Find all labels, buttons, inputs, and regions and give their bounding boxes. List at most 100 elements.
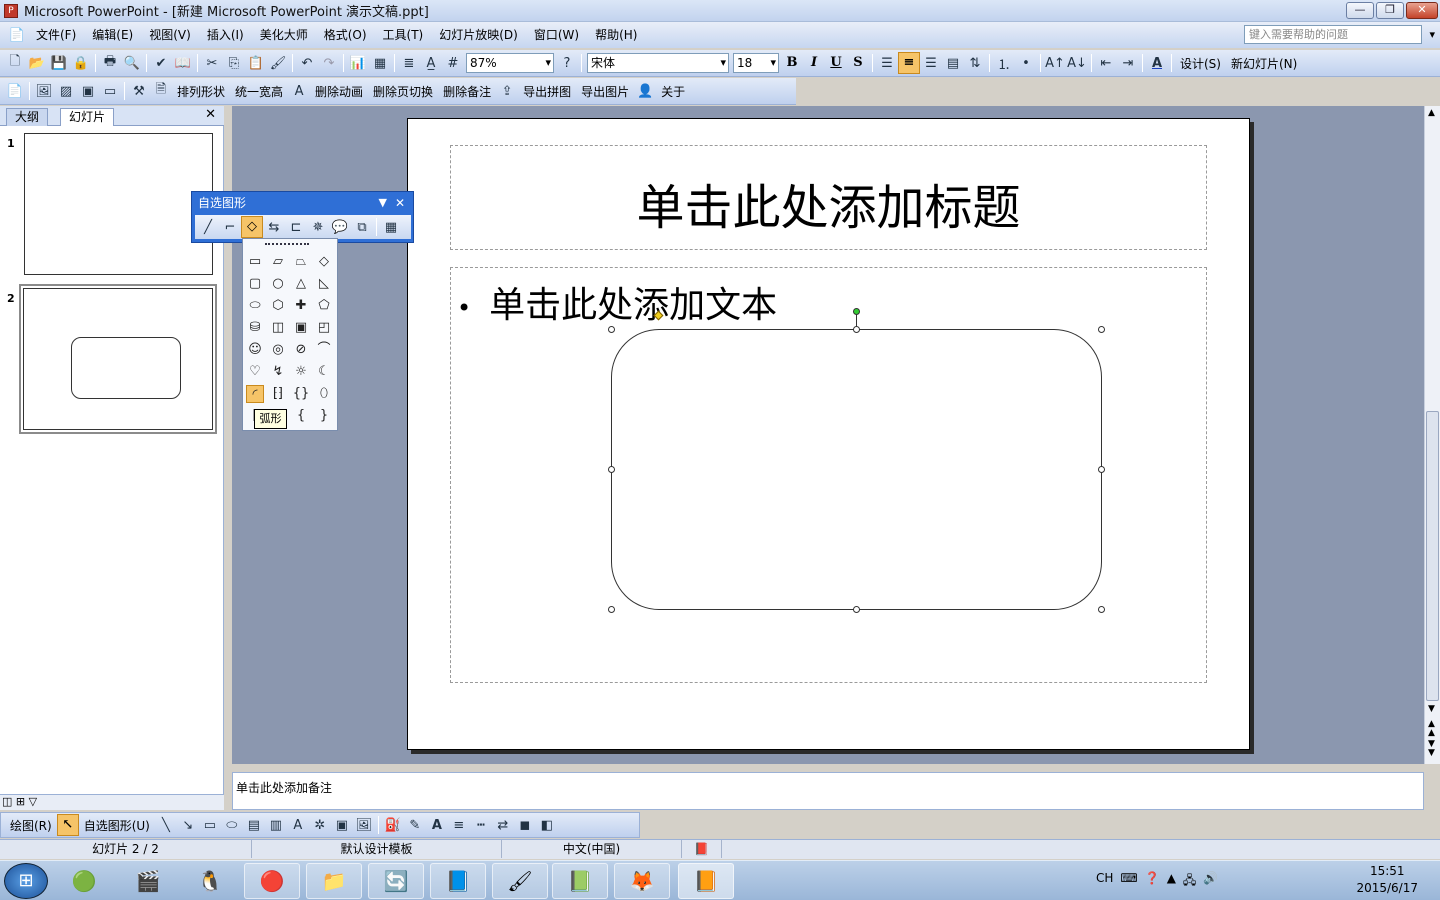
smiley-face-shape-icon[interactable]: ☺ bbox=[246, 341, 264, 359]
resize-handle-sw[interactable] bbox=[608, 606, 615, 613]
zoom-select[interactable]: 87% bbox=[466, 53, 554, 73]
print-preview-icon[interactable]: 🔍 bbox=[121, 52, 143, 74]
menu-tools[interactable]: 工具(T) bbox=[375, 24, 432, 46]
taskbar-browser-icon[interactable]: 🔴 bbox=[244, 863, 300, 899]
slide-thumbnail-2[interactable] bbox=[23, 288, 213, 430]
hexagon-shape-icon[interactable]: ⬡ bbox=[269, 297, 287, 315]
close-pane-icon[interactable]: ✕ bbox=[205, 107, 216, 122]
input-language-indicator[interactable]: CH bbox=[1096, 871, 1113, 892]
oval-shape-icon[interactable]: ⬭ bbox=[246, 297, 264, 315]
underline-button[interactable]: U bbox=[825, 52, 847, 74]
insert-chart-icon[interactable]: 📊 bbox=[347, 52, 369, 74]
new-slide-button[interactable]: 新幻灯片(N) bbox=[1226, 55, 1302, 72]
arrow-style-icon[interactable]: ⇄ bbox=[492, 814, 514, 836]
next-slide-icon[interactable]: ▼ ▼ bbox=[1428, 740, 1435, 758]
clock[interactable]: 15:51 2015/6/17 bbox=[1356, 863, 1418, 897]
rounded-rectangle-shape[interactable] bbox=[611, 329, 1102, 610]
sun-shape-icon[interactable]: ☼ bbox=[292, 363, 310, 381]
design-button[interactable]: 设计(S) bbox=[1175, 55, 1226, 72]
vertical-textbox-icon[interactable]: ▥ bbox=[265, 814, 287, 836]
taskbar-powerpoint-icon[interactable]: 📙 bbox=[678, 863, 734, 899]
font-icon[interactable]: A bbox=[288, 80, 310, 102]
permission-icon[interactable]: 🔒 bbox=[70, 52, 92, 74]
research-icon[interactable]: 📖 bbox=[172, 52, 194, 74]
taskbar-update-icon[interactable]: 🔄 bbox=[368, 863, 424, 899]
basic-shapes-category-icon[interactable]: ◇ bbox=[241, 216, 263, 238]
numbering-icon[interactable]: ⒈ bbox=[993, 52, 1015, 74]
shadow-button[interactable]: S bbox=[847, 52, 869, 74]
about-button[interactable]: 关于 bbox=[656, 83, 690, 100]
previous-slide-icon[interactable]: ▲ ▲ bbox=[1428, 720, 1435, 738]
help-tray-icon[interactable]: ❓ bbox=[1145, 871, 1160, 892]
powerpoint-app-icon[interactable]: P bbox=[4, 3, 18, 18]
image-icon[interactable]: 🖼 bbox=[33, 80, 55, 102]
taskbar-explorer-icon[interactable]: 📁 bbox=[306, 863, 362, 899]
rounded-rectangle-shape-icon[interactable]: ▢ bbox=[246, 275, 264, 293]
double-bracket-shape-icon[interactable]: ⁅⁆ bbox=[269, 385, 287, 403]
heart-shape-icon[interactable]: ♡ bbox=[246, 363, 264, 381]
block-arrows-category-icon[interactable]: ⇆ bbox=[263, 216, 285, 238]
insert-table-icon[interactable]: ▦ bbox=[369, 52, 391, 74]
resize-handle-n[interactable] bbox=[853, 326, 860, 333]
notes-pane[interactable]: 单击此处添加备注 bbox=[232, 772, 1424, 810]
callouts-category-icon[interactable]: 💬 bbox=[329, 216, 351, 238]
parallelogram-shape-icon[interactable]: ▱ bbox=[269, 253, 287, 271]
show-formatting-icon[interactable]: A̲ bbox=[420, 52, 442, 74]
font-size-select[interactable]: 18 bbox=[733, 53, 779, 73]
normal-view-icon[interactable]: ◫ bbox=[2, 795, 12, 808]
delete-notes-button[interactable]: 删除备注 bbox=[438, 83, 496, 100]
stars-banners-category-icon[interactable]: ✵ bbox=[307, 216, 329, 238]
right-brace-shape-icon[interactable]: } bbox=[315, 407, 333, 425]
menu-slideshow[interactable]: 幻灯片放映(D) bbox=[431, 24, 526, 46]
menu-insert[interactable]: 插入(I) bbox=[199, 24, 252, 46]
menu-window[interactable]: 窗口(W) bbox=[526, 24, 587, 46]
bullets-icon[interactable]: • bbox=[1015, 52, 1037, 74]
photo-icon[interactable]: ▣ bbox=[77, 80, 99, 102]
spelling-status-icon[interactable]: 📕 bbox=[682, 840, 722, 858]
decrease-indent-icon[interactable]: ⇤ bbox=[1095, 52, 1117, 74]
template-status[interactable]: 默认设计模板 bbox=[252, 840, 502, 858]
paste-icon[interactable]: 📋 bbox=[245, 52, 267, 74]
copy-icon[interactable]: ⎘ bbox=[223, 52, 245, 74]
tab-outline[interactable]: 大纲 bbox=[6, 108, 49, 126]
network-icon[interactable]: 🖧 bbox=[1183, 871, 1196, 892]
align-right-icon[interactable]: ☰ bbox=[920, 52, 942, 74]
lightning-bolt-shape-icon[interactable]: ↯ bbox=[269, 363, 287, 381]
new-icon[interactable]: 🗋 bbox=[4, 52, 26, 74]
fill-color-icon[interactable]: ⛽ bbox=[382, 814, 404, 836]
grid-icon[interactable]: # bbox=[442, 52, 464, 74]
user-icon[interactable]: 👤 bbox=[634, 80, 656, 102]
scroll-up-icon[interactable]: ▲ bbox=[1428, 108, 1435, 118]
donut-shape-icon[interactable]: ◎ bbox=[269, 341, 287, 359]
bold-button[interactable]: B bbox=[781, 52, 803, 74]
taskbar-qq-icon[interactable]: 🐧 bbox=[182, 863, 238, 899]
delete-animation-button[interactable]: 删除动画 bbox=[310, 83, 368, 100]
frame-icon[interactable]: ▭ bbox=[99, 80, 121, 102]
delete-transition-button[interactable]: 删除页切换 bbox=[368, 83, 438, 100]
line-style-icon[interactable]: ≡ bbox=[448, 814, 470, 836]
double-brace-shape-icon[interactable]: {} bbox=[292, 385, 310, 403]
font-select[interactable]: 宋体 bbox=[587, 53, 729, 73]
vertical-scrollbar[interactable]: ▲ ▼ ▲ ▲ ▼ ▼ bbox=[1424, 106, 1440, 764]
taskbar-excel-icon[interactable]: 📗 bbox=[552, 863, 608, 899]
align-center-icon[interactable]: ≡ bbox=[898, 52, 920, 74]
export-image-button[interactable]: 导出图片 bbox=[576, 83, 634, 100]
palette-drag-handle[interactable] bbox=[265, 243, 309, 245]
menu-file[interactable]: 文件(F) bbox=[28, 24, 84, 46]
tools-icon[interactable]: ⚒ bbox=[128, 80, 150, 102]
menu-edit[interactable]: 编辑(E) bbox=[84, 24, 141, 46]
can-shape-icon[interactable]: ⛁ bbox=[246, 319, 264, 337]
flowchart-category-icon[interactable]: ⊏ bbox=[285, 216, 307, 238]
distribute-icon[interactable]: ▤ bbox=[942, 52, 964, 74]
arrange-shapes-button[interactable]: 排列形状 bbox=[172, 83, 230, 100]
oval-icon[interactable]: ⬭ bbox=[221, 814, 243, 836]
increase-font-icon[interactable]: A↑ bbox=[1044, 52, 1066, 74]
minimize-button[interactable]: — bbox=[1346, 2, 1374, 19]
increase-indent-icon[interactable]: ⇥ bbox=[1117, 52, 1139, 74]
more-autoshapes-icon[interactable]: ▦ bbox=[380, 216, 402, 238]
export-icon[interactable]: ⇪ bbox=[496, 80, 518, 102]
spelling-icon[interactable]: ✔ bbox=[150, 52, 172, 74]
pentagon-shape-icon[interactable]: ⬠ bbox=[315, 297, 333, 315]
line-color-icon[interactable]: ✎ bbox=[404, 814, 426, 836]
textbox-icon[interactable]: ▤ bbox=[243, 814, 265, 836]
